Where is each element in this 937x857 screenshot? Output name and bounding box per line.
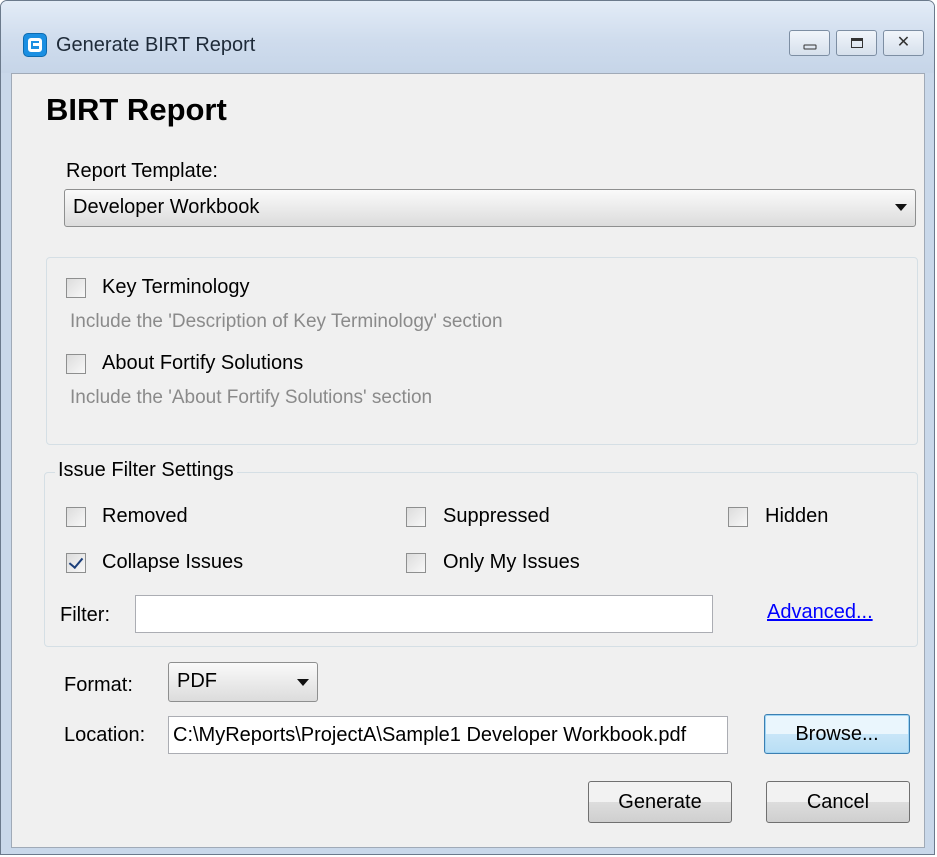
issue-filter-group: Issue Filter Settings Removed Suppressed… bbox=[44, 459, 918, 647]
issue-filter-title: Issue Filter Settings bbox=[55, 459, 237, 482]
key-terminology-checkbox[interactable] bbox=[66, 278, 86, 298]
close-icon: ✕ bbox=[896, 34, 911, 51]
page-title: BIRT Report bbox=[46, 92, 227, 127]
generate-birt-report-window: Generate BIRT Report ✕ BIRT Report Repor… bbox=[0, 0, 935, 855]
minimize-button[interactable] bbox=[789, 30, 830, 56]
key-terminology-description: Include the 'Description of Key Terminol… bbox=[70, 311, 503, 332]
filter-label: Filter: bbox=[60, 604, 110, 626]
maximize-button[interactable] bbox=[836, 30, 877, 56]
maximize-icon bbox=[850, 38, 863, 48]
dropdown-arrow-icon bbox=[895, 204, 907, 211]
report-template-value: Developer Workbook bbox=[73, 196, 260, 218]
dropdown-arrow-icon bbox=[297, 679, 309, 686]
only-my-issues-label: Only My Issues bbox=[443, 551, 580, 573]
close-button[interactable]: ✕ bbox=[883, 30, 924, 56]
title-bar[interactable]: Generate BIRT Report ✕ bbox=[1, 1, 934, 73]
app-icon bbox=[23, 33, 47, 57]
key-terminology-label: Key Terminology bbox=[102, 276, 250, 298]
hidden-checkbox[interactable] bbox=[728, 507, 748, 527]
format-value: PDF bbox=[177, 670, 217, 692]
format-dropdown[interactable]: PDF bbox=[168, 662, 318, 702]
report-template-label: Report Template: bbox=[66, 160, 218, 182]
browse-button[interactable]: Browse... bbox=[764, 714, 910, 754]
collapse-issues-checkbox[interactable] bbox=[66, 553, 86, 573]
removed-label: Removed bbox=[102, 505, 188, 527]
collapse-issues-label: Collapse Issues bbox=[102, 551, 244, 573]
dialog-body: BIRT Report Report Template: Developer W… bbox=[11, 73, 925, 848]
report-sections-group: Key Terminology Include the 'Description… bbox=[46, 257, 918, 445]
report-template-dropdown[interactable]: Developer Workbook bbox=[64, 189, 916, 227]
window-title: Generate BIRT Report bbox=[56, 34, 256, 56]
suppressed-label: Suppressed bbox=[443, 505, 550, 527]
location-field[interactable] bbox=[168, 716, 728, 754]
hidden-label: Hidden bbox=[765, 505, 829, 527]
about-fortify-label: About Fortify Solutions bbox=[102, 352, 304, 374]
filter-field[interactable] bbox=[135, 595, 713, 633]
suppressed-checkbox[interactable] bbox=[406, 507, 426, 527]
minimize-icon bbox=[803, 44, 816, 50]
only-my-issues-checkbox[interactable] bbox=[406, 553, 426, 573]
format-label: Format: bbox=[64, 674, 133, 696]
advanced-link[interactable]: Advanced... bbox=[767, 601, 873, 624]
cancel-button[interactable]: Cancel bbox=[766, 781, 910, 823]
location-input[interactable] bbox=[169, 717, 727, 753]
location-label: Location: bbox=[64, 724, 146, 746]
filter-input[interactable] bbox=[136, 596, 712, 632]
generate-button[interactable]: Generate bbox=[588, 781, 732, 823]
about-fortify-checkbox[interactable] bbox=[66, 354, 86, 374]
removed-checkbox[interactable] bbox=[66, 507, 86, 527]
about-fortify-description: Include the 'About Fortify Solutions' se… bbox=[70, 387, 433, 408]
